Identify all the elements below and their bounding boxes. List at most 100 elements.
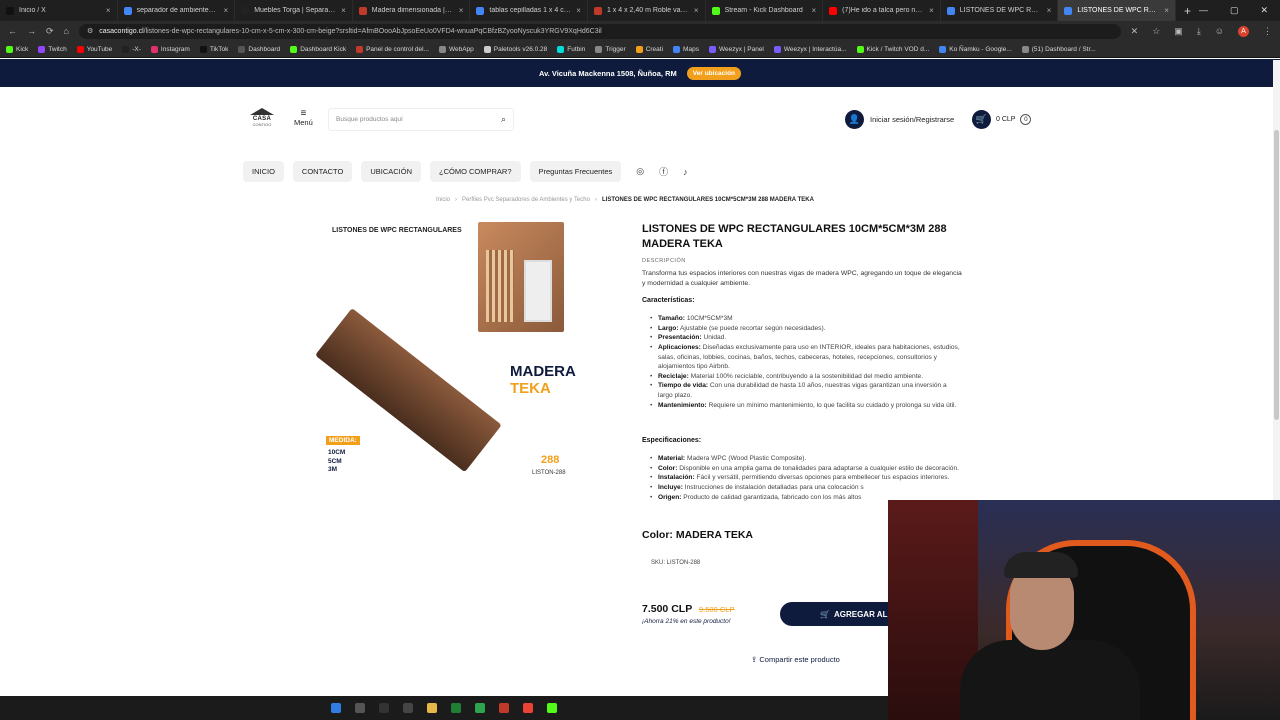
bookmark-favicon-icon bbox=[773, 45, 781, 53]
nav-ubicacion[interactable]: UBICACIÓN bbox=[361, 161, 421, 182]
product-image[interactable]: LISTONES DE WPC RECTANGULARES MADERA TEKA… bbox=[315, 220, 576, 482]
image-brand: MADERA TEKA bbox=[510, 363, 576, 397]
account-avatar[interactable]: A bbox=[1238, 25, 1249, 37]
bookmark-item[interactable]: Dashboard Kick bbox=[290, 45, 346, 53]
bookmark-item[interactable]: Maps bbox=[673, 45, 699, 53]
scrollbar-thumb[interactable] bbox=[1274, 130, 1279, 420]
nav-como-comprar[interactable]: ¿CÓMO COMPRAR? bbox=[429, 161, 521, 182]
browser-tab[interactable]: (7)He ido a talca pero no con × bbox=[823, 0, 941, 21]
bookmark-item[interactable]: Instagram bbox=[150, 45, 190, 53]
casa-contigo-logo[interactable]: CASA CONTIGO bbox=[250, 108, 274, 128]
nav-contacto[interactable]: CONTACTO bbox=[292, 161, 353, 182]
browser-tab[interactable]: Muebles Torga | Separador d × bbox=[235, 0, 353, 21]
bookmark-item[interactable]: Ko Ñamku - Google... bbox=[939, 45, 1012, 53]
bookmark-favicon-icon bbox=[238, 45, 246, 53]
tab-close-icon[interactable]: × bbox=[576, 6, 581, 15]
edge-icon[interactable] bbox=[403, 703, 413, 713]
app-icon[interactable] bbox=[475, 703, 485, 713]
browser-menu-icon[interactable]: ⋮ bbox=[1263, 26, 1272, 37]
page-scrollbar[interactable] bbox=[1273, 60, 1280, 500]
taskbar-search-icon[interactable] bbox=[355, 703, 365, 713]
bookmark-item[interactable]: (51) Dashboard / Str... bbox=[1021, 45, 1096, 53]
list-item: Presentación: Unidad. bbox=[650, 333, 962, 343]
profile-icon[interactable]: ☺ bbox=[1215, 26, 1224, 37]
browser-tab[interactable]: LISTONES DE WPC RECTANG × bbox=[941, 0, 1059, 21]
tab-close-icon[interactable]: × bbox=[224, 6, 229, 15]
tab-close-icon[interactable]: × bbox=[459, 6, 464, 15]
instagram-icon[interactable]: ◎ bbox=[636, 166, 644, 177]
bookmark-item[interactable]: -X- bbox=[122, 45, 141, 53]
bookmark-item[interactable]: Weezyx | Panel bbox=[708, 45, 764, 53]
maximize-icon[interactable]: ▢ bbox=[1230, 5, 1239, 16]
browser-tab[interactable]: separador de ambientes - Bu × bbox=[118, 0, 236, 21]
tab-close-icon[interactable]: × bbox=[929, 6, 934, 15]
tab-close-icon[interactable]: × bbox=[341, 6, 346, 15]
start-icon[interactable] bbox=[331, 703, 341, 713]
browser-tab[interactable]: Stream - Kick Dashboard × bbox=[706, 0, 824, 21]
tab-close-icon[interactable]: × bbox=[1047, 6, 1052, 15]
bookmark-item[interactable]: YouTube bbox=[76, 45, 112, 53]
search-input[interactable]: Busque productos aquí ⌕ bbox=[328, 108, 514, 131]
task-view-icon[interactable] bbox=[379, 703, 389, 713]
bookmark-item[interactable]: Weezyx | Interactúa... bbox=[773, 45, 847, 53]
extensions-icon[interactable]: ▣ bbox=[1174, 26, 1183, 37]
cart-button[interactable]: 🛒 0 CLP 0 bbox=[972, 110, 1032, 129]
browser-tab[interactable]: Madera dimensionada | Sodi × bbox=[353, 0, 471, 21]
item-key: Tamaño: bbox=[658, 315, 685, 322]
bookmark-star-icon[interactable]: ☆ bbox=[1152, 26, 1160, 37]
bookmark-item[interactable]: Trigger bbox=[595, 45, 626, 53]
site-info-icon[interactable]: ⚙ bbox=[87, 27, 93, 35]
app-icon[interactable] bbox=[451, 703, 461, 713]
tab-close-icon[interactable]: × bbox=[106, 6, 111, 15]
home-icon[interactable]: ⌂ bbox=[64, 26, 69, 36]
translate-icon[interactable]: ✕ bbox=[1131, 26, 1139, 37]
file-explorer-icon[interactable] bbox=[427, 703, 437, 713]
tiktok-icon[interactable]: ♪ bbox=[683, 167, 688, 177]
add-to-cart-button[interactable]: 🛒 AGREGAR AL bbox=[780, 602, 900, 626]
forward-icon[interactable]: → bbox=[27, 26, 36, 36]
share-product-link[interactable]: ⇪ Compartir este producto bbox=[751, 655, 840, 664]
bookmark-item[interactable]: Kick / Twitch VOD d... bbox=[856, 45, 930, 53]
app-icon[interactable] bbox=[547, 703, 557, 713]
minimize-icon[interactable]: — bbox=[1199, 5, 1208, 16]
tab-close-icon[interactable]: × bbox=[694, 6, 699, 15]
room-photo bbox=[478, 222, 564, 332]
new-tab-icon[interactable]: + bbox=[1176, 4, 1199, 18]
nav-preguntas-frecuentes[interactable]: Preguntas Frecuentes bbox=[529, 161, 622, 182]
cart-count-badge: 0 bbox=[1020, 114, 1032, 125]
tab-close-icon[interactable]: × bbox=[811, 6, 816, 15]
search-icon[interactable]: ⌕ bbox=[501, 114, 506, 125]
bookmark-item[interactable]: Kick bbox=[6, 45, 28, 53]
bookmark-item[interactable]: TikTok bbox=[199, 45, 228, 53]
old-price: 9.500 CLP bbox=[699, 605, 735, 614]
menu-button[interactable]: ≡ Menú bbox=[294, 109, 313, 128]
nav-inicio[interactable]: INICIO bbox=[243, 161, 284, 182]
bookmark-label: Kick / Twitch VOD d... bbox=[866, 45, 930, 53]
bookmark-item[interactable]: Twitch bbox=[38, 45, 67, 53]
view-location-button[interactable]: Ver ubicación bbox=[686, 66, 742, 80]
login-link[interactable]: 👤 Iniciar sesión/Registrarse bbox=[845, 110, 954, 129]
bookmark-item[interactable]: Dashboard bbox=[238, 45, 280, 53]
bookmark-item[interactable]: Futbin bbox=[557, 45, 585, 53]
reload-icon[interactable]: ⟳ bbox=[46, 26, 54, 37]
tab-close-icon[interactable]: × bbox=[1164, 6, 1169, 15]
browser-tab[interactable]: 1 x 4 x 2,40 m Roble vaporiz × bbox=[588, 0, 706, 21]
app-icon[interactable] bbox=[499, 703, 509, 713]
house-roof-icon bbox=[250, 108, 274, 115]
breadcrumb-home[interactable]: Inicio bbox=[436, 197, 450, 203]
facebook-icon[interactable]: ⓕ bbox=[659, 165, 668, 178]
back-icon[interactable]: ← bbox=[8, 26, 17, 36]
browser-tab[interactable]: Inicio / X × bbox=[0, 0, 118, 21]
download-icon[interactable]: ⤓ bbox=[1197, 26, 1201, 37]
breadcrumb-category[interactable]: Perfiles Pvc Separadores de Ambientes y … bbox=[462, 197, 590, 203]
close-window-icon[interactable]: ✕ bbox=[1260, 5, 1268, 16]
browser-tab[interactable]: LISTONES DE WPC RECTANG × bbox=[1058, 0, 1176, 21]
chrome-icon[interactable] bbox=[523, 703, 533, 713]
bookmark-item[interactable]: Creati bbox=[635, 45, 663, 53]
bookmark-item[interactable]: Paletools v26.0.28 bbox=[483, 45, 547, 53]
specs-list: Material: Madera WPC (Wood Plastic Compo… bbox=[650, 454, 962, 502]
browser-tab[interactable]: tablas cepilladas 1 x 4 cepilla × bbox=[470, 0, 588, 21]
bookmark-item[interactable]: WebApp bbox=[438, 45, 474, 53]
url-field[interactable]: ⚙ casacontigo.cl/listones-de-wpc-rectang… bbox=[78, 23, 1121, 39]
bookmark-item[interactable]: Panel de control del... bbox=[356, 45, 429, 53]
